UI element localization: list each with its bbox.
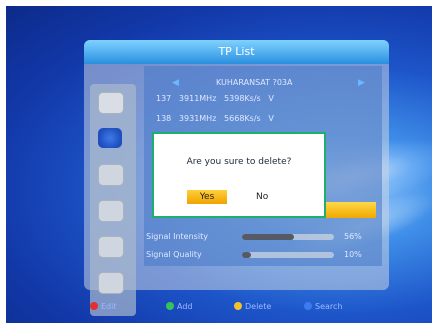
page-title: TP List: [84, 40, 389, 64]
arrow-right-icon[interactable]: ▶: [358, 78, 365, 88]
antenna-icon[interactable]: [98, 200, 124, 222]
globe-icon[interactable]: [98, 128, 122, 148]
settings-icon[interactable]: [98, 272, 124, 294]
blue-button-icon: [304, 302, 312, 310]
footer-delete[interactable]: Delete: [234, 302, 271, 311]
signal-quality-fill: [242, 252, 252, 258]
tv-screen: TP List ◀ KUHARANSAT ?03A ▶ 137 3911MHz …: [6, 6, 432, 323]
satellite-icon[interactable]: [98, 164, 124, 186]
dish-icon[interactable]: [98, 92, 124, 114]
footer-add[interactable]: Add: [166, 302, 193, 311]
dialog-question: Are you sure to delete?: [186, 157, 292, 167]
selection-highlight: [324, 202, 376, 218]
satellite-name: KUHARANSAT ?03A: [216, 78, 293, 87]
footer-search[interactable]: Search: [304, 302, 342, 311]
no-button[interactable]: No: [256, 190, 268, 204]
yes-button[interactable]: Yes: [187, 190, 227, 204]
tools-icon[interactable]: [98, 236, 124, 258]
confirm-delete-dialog: Are you sure to delete? Yes No: [152, 132, 326, 218]
signal-intensity-value: 56%: [344, 232, 362, 241]
signal-quality-value: 10%: [344, 250, 362, 259]
tp-row[interactable]: 138 3931MHz 5668Ks/s V: [156, 114, 274, 123]
signal-quality-bar: [242, 252, 334, 258]
green-button-icon: [166, 302, 174, 310]
tp-row[interactable]: 137 3911MHz 5398Ks/s V: [156, 94, 274, 103]
yellow-button-icon: [234, 302, 242, 310]
arrow-left-icon[interactable]: ◀: [172, 78, 179, 88]
signal-intensity-bar: [242, 234, 334, 240]
footer-edit[interactable]: Edit: [90, 302, 117, 311]
sidebar: [90, 84, 136, 316]
red-button-icon: [90, 302, 98, 310]
signal-quality-label: Signal Quality: [146, 250, 202, 259]
signal-intensity-label: Signal Intensity: [146, 232, 208, 241]
signal-intensity-fill: [242, 234, 294, 240]
